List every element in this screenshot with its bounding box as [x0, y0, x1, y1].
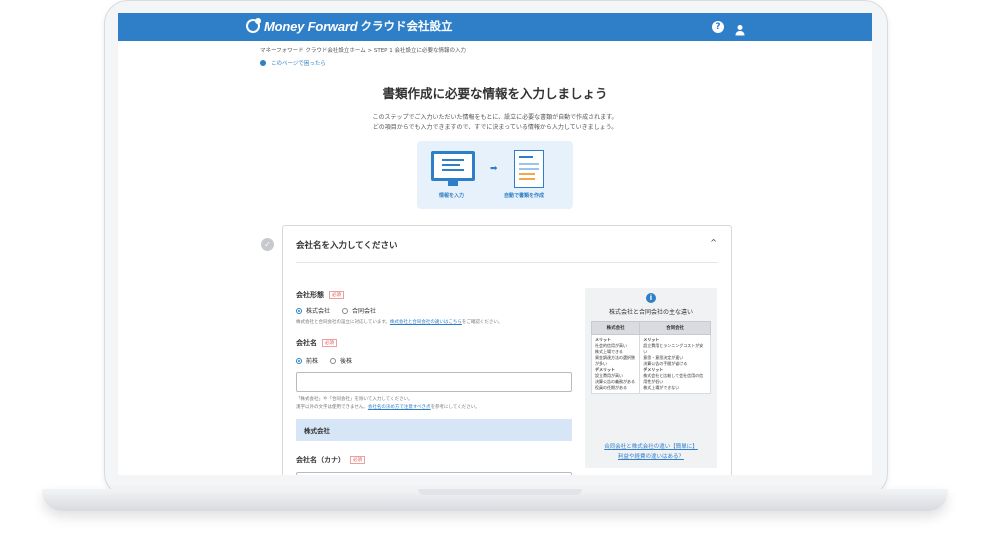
monitor-icon — [431, 151, 475, 181]
arrow-right-icon: ➡ — [490, 164, 498, 174]
company-name-preview: 株式会社 — [296, 419, 572, 441]
radio-maekabu[interactable]: 前株 — [296, 356, 318, 365]
document-icon — [514, 150, 544, 188]
company-type-diff-link[interactable]: 株式会社と合同会社の違いはこちら — [390, 320, 462, 325]
godo-cell: メリット 設立費用とランニングコストが安い 意思・意思決定が速い 決算公告の手間… — [639, 334, 711, 394]
radio-godo[interactable]: 合同会社 — [342, 306, 376, 315]
caption-input: 情報を入力 — [439, 193, 465, 199]
comparison-box: i 株式会社と合同会社の主な違い 株式会社 合同会社 メリット 社会的信用が高い… — [585, 288, 717, 468]
company-name-note-2: 漢字以外の文字は使用できません。会社名の決め方で注意すべき点を参考にしてください… — [296, 405, 480, 410]
breadcrumb[interactable]: マネーフォワード クラウド会社設立ホーム > STEP 1 会社設立に必要な情報… — [260, 46, 466, 54]
company-name-kana-input[interactable] — [296, 472, 572, 475]
intro-line-1: このステップでご入力いただいた情報をもとに、設立に必要な書類が自動で作成されます… — [372, 114, 618, 121]
logo-subtitle: クラウド会社設立 — [360, 19, 453, 33]
help-icon[interactable]: ? — [712, 21, 724, 33]
help-link-label: このページで困ったら — [271, 61, 326, 67]
help-circle-icon — [260, 60, 266, 66]
logo-text: Money Forward — [264, 18, 358, 34]
company-name-input[interactable] — [296, 372, 572, 392]
col-kabushiki: 株式会社 — [590, 321, 641, 335]
difference-link[interactable]: 合同会社と株式会社の違い【簡単に】 — [585, 442, 717, 450]
caption-auto-create: 自動で書類を作成 — [504, 193, 545, 199]
logo-icon — [246, 18, 261, 33]
company-name-note-1: 「株式会社」や「合同会社」を除いて入力してください。 — [296, 397, 413, 402]
profit-expense-link[interactable]: 利益や経費の違いはある？ — [585, 452, 717, 460]
company-type-note: 株式会社と合同会社の設立に対応しています。株式会社と合同会社の違いはこちらをご確… — [296, 320, 503, 325]
kabu-position-radio-group: 前株 後株 — [296, 356, 364, 365]
required-badge: 必須 — [329, 291, 344, 299]
required-badge: 必須 — [350, 456, 365, 464]
top-bar: Money Forward クラウド会社設立 ? — [118, 13, 872, 41]
radio-kabushiki[interactable]: 株式会社 — [296, 306, 330, 315]
comparison-table: 株式会社 合同会社 メリット 社会的信用が高い 株式上場できる 資金調達方法の選… — [590, 321, 711, 394]
chevron-up-icon[interactable]: ^ — [710, 238, 717, 247]
process-illustration: ➡ 情報を入力 自動で書類を作成 — [417, 141, 573, 209]
panel-title: 会社名を入力してください — [296, 241, 398, 251]
kabushiki-cell: メリット 社会的信用が高い 株式上場できる 資金調達方法の選択肢が多い デメリッ… — [590, 334, 641, 394]
naming-guide-link[interactable]: 会社名の決め方で注意すべき点 — [368, 405, 431, 410]
user-icon[interactable] — [734, 21, 746, 36]
divider — [296, 262, 718, 263]
intro-line-2: どの項目からでも入力できますので、すでに決まっている情報から入力していきましょう… — [372, 124, 618, 131]
step-check-icon: ✓ — [261, 238, 274, 251]
comparison-title: 株式会社と合同会社の主な違い — [608, 309, 693, 316]
company-name-kana-label: 会社名（カナ） 必須 — [296, 455, 365, 465]
company-name-label: 会社名 必須 — [296, 338, 337, 348]
app-logo[interactable]: Money Forward クラウド会社設立 — [246, 18, 452, 34]
company-type-label: 会社形態 必須 — [296, 290, 344, 300]
info-icon: i — [646, 293, 656, 303]
col-godo: 合同会社 — [639, 321, 711, 335]
company-name-panel: 会社名を入力してください ^ 会社形態 必須 株式会社 合同会社 株式会社と合同会… — [282, 225, 732, 475]
radio-atokabu[interactable]: 後株 — [330, 356, 352, 365]
device-notch — [418, 489, 582, 495]
help-link[interactable]: このページで困ったら — [260, 59, 326, 67]
required-badge: 必須 — [322, 339, 337, 347]
company-type-radio-group: 株式会社 合同会社 — [296, 306, 388, 315]
intro-text: このステップでご入力いただいた情報をもとに、設立に必要な書類が自動で作成されます… — [118, 113, 872, 133]
screen: Money Forward クラウド会社設立 ? マネーフォワード クラウド会社… — [118, 13, 872, 475]
page-title: 書類作成に必要な情報を入力しましょう — [382, 86, 608, 101]
